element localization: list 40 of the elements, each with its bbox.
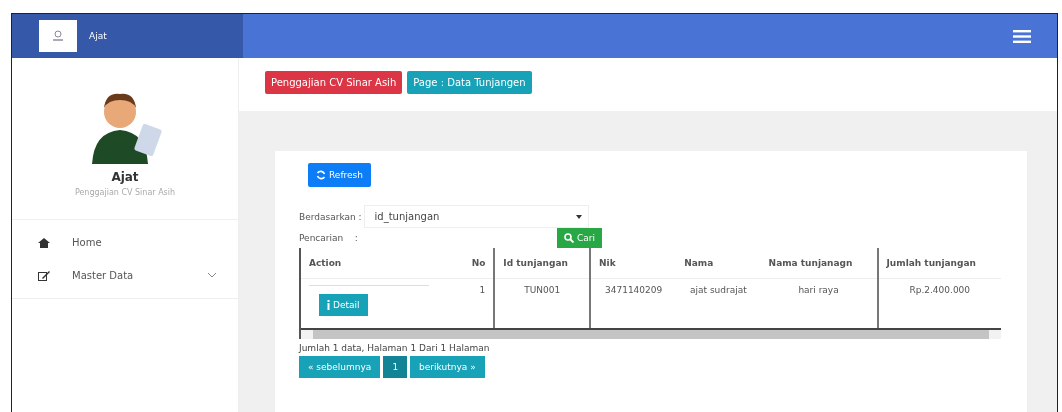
pagination-summary: Jumlah 1 data, Halaman 1 Dari 1 Halaman xyxy=(299,343,491,353)
horizontal-scrollbar[interactable] xyxy=(301,330,1001,339)
table-cell: hari raya xyxy=(798,285,839,295)
column-header: Nik xyxy=(590,248,677,279)
menu-icon[interactable] xyxy=(1013,29,1031,43)
column-header: Nama tunjanagn xyxy=(760,248,878,279)
table-cell: 1 xyxy=(479,285,486,295)
column-header: No xyxy=(458,248,495,279)
table-cell: TUN001 xyxy=(524,285,561,295)
dropdown-icon xyxy=(575,214,582,219)
search-label: Pencarian : xyxy=(299,233,358,243)
column-header: Nama xyxy=(676,248,761,279)
edit-icon xyxy=(38,270,50,281)
detail-button[interactable]: Detail xyxy=(319,294,368,316)
page-button[interactable]: berikutnya » xyxy=(410,356,485,378)
column-header: Id tunjangan xyxy=(494,248,591,279)
refresh-icon xyxy=(316,170,326,180)
brand-name[interactable]: Ajat xyxy=(89,31,107,41)
page-label: Page : Data Tunjangen xyxy=(407,71,532,94)
info-icon xyxy=(327,300,330,310)
page-button[interactable]: « sebelumnya xyxy=(299,356,381,378)
search-button[interactable]: Cari xyxy=(557,228,602,248)
logo-icon xyxy=(39,20,77,52)
refresh-button[interactable]: Refresh xyxy=(308,163,371,187)
chevron-down-icon xyxy=(208,273,216,278)
app-title-label: Penggajian CV Sinar Asih xyxy=(265,71,403,94)
home-icon xyxy=(38,237,50,248)
column-header: Action xyxy=(301,248,459,279)
sidebar-item[interactable]: Home xyxy=(12,226,238,259)
page-button[interactable]: 1 xyxy=(383,356,408,378)
table-cell: Rp.2.400.000 xyxy=(909,285,971,295)
profile-subtitle: Penggajian CV Sinar Asih xyxy=(74,188,176,197)
profile-name: Ajat xyxy=(111,170,139,184)
sidebar-item[interactable]: Master Data xyxy=(12,259,238,292)
column-header: Jumlah tunjangan xyxy=(877,248,1001,279)
table-cell: 3471140209 xyxy=(605,285,663,295)
table-cell: ajat sudrajat xyxy=(690,285,747,295)
filter-select[interactable]: id_tunjangan xyxy=(363,205,589,228)
filter-label: Berdasarkan : xyxy=(299,211,362,222)
search-icon xyxy=(564,233,574,243)
